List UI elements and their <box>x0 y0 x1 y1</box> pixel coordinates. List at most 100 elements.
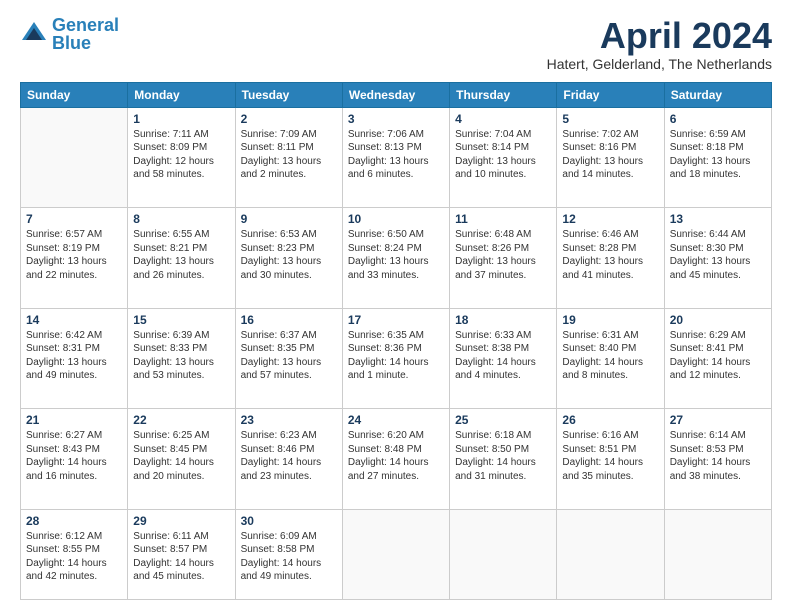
day-number: 6 <box>670 112 766 126</box>
day-info: Sunrise: 7:04 AMSunset: 8:14 PMDaylight:… <box>455 128 551 182</box>
header-monday: Monday <box>128 82 235 107</box>
calendar-day <box>342 509 449 599</box>
day-info: Sunrise: 6:11 AMSunset: 8:57 PMDaylight:… <box>133 530 229 584</box>
calendar-day: 26 Sunrise: 6:16 AMSunset: 8:51 PMDayligh… <box>557 409 664 510</box>
calendar-day <box>557 509 664 599</box>
day-number: 29 <box>133 514 229 528</box>
calendar-day <box>664 509 771 599</box>
day-info: Sunrise: 6:39 AMSunset: 8:33 PMDaylight:… <box>133 329 229 383</box>
day-number: 19 <box>562 313 658 327</box>
calendar-day <box>450 509 557 599</box>
day-info: Sunrise: 7:09 AMSunset: 8:11 PMDaylight:… <box>241 128 337 182</box>
day-info: Sunrise: 6:09 AMSunset: 8:58 PMDaylight:… <box>241 530 337 584</box>
calendar-day: 13 Sunrise: 6:44 AMSunset: 8:30 PMDayligh… <box>664 208 771 309</box>
month-title: April 2024 <box>547 16 772 56</box>
calendar-table: Sunday Monday Tuesday Wednesday Thursday… <box>20 82 772 600</box>
day-number: 26 <box>562 413 658 427</box>
calendar-day: 12 Sunrise: 6:46 AMSunset: 8:28 PMDayligh… <box>557 208 664 309</box>
day-number: 20 <box>670 313 766 327</box>
day-info: Sunrise: 6:25 AMSunset: 8:45 PMDaylight:… <box>133 429 229 483</box>
calendar-day: 4 Sunrise: 7:04 AMSunset: 8:14 PMDaylight… <box>450 107 557 208</box>
day-number: 30 <box>241 514 337 528</box>
day-info: Sunrise: 6:12 AMSunset: 8:55 PMDaylight:… <box>26 530 122 584</box>
header-saturday: Saturday <box>664 82 771 107</box>
location: Hatert, Gelderland, The Netherlands <box>547 56 772 72</box>
calendar-day: 10 Sunrise: 6:50 AMSunset: 8:24 PMDayligh… <box>342 208 449 309</box>
day-number: 17 <box>348 313 444 327</box>
day-number: 25 <box>455 413 551 427</box>
logo-text-blue: Blue <box>52 34 119 52</box>
day-info: Sunrise: 6:46 AMSunset: 8:28 PMDaylight:… <box>562 228 658 282</box>
logo-text-general: General <box>52 16 119 34</box>
day-number: 7 <box>26 212 122 226</box>
day-number: 11 <box>455 212 551 226</box>
calendar-day: 8Sunrise: 6:55 AMSunset: 8:21 PMDaylight… <box>128 208 235 309</box>
calendar-day: 21 Sunrise: 6:27 AMSunset: 8:43 PMDayligh… <box>21 409 128 510</box>
day-number: 21 <box>26 413 122 427</box>
calendar-day: 14Sunrise: 6:42 AMSunset: 8:31 PMDayligh… <box>21 308 128 409</box>
calendar-day: 20 Sunrise: 6:29 AMSunset: 8:41 PMDayligh… <box>664 308 771 409</box>
day-info: Sunrise: 7:11 AMSunset: 8:09 PMDaylight:… <box>133 128 229 182</box>
day-info: Sunrise: 6:14 AMSunset: 8:53 PMDaylight:… <box>670 429 766 483</box>
day-info: Sunrise: 7:02 AMSunset: 8:16 PMDaylight:… <box>562 128 658 182</box>
calendar-day: 17 Sunrise: 6:35 AMSunset: 8:36 PMDayligh… <box>342 308 449 409</box>
day-info: Sunrise: 6:27 AMSunset: 8:43 PMDaylight:… <box>26 429 122 483</box>
day-number: 4 <box>455 112 551 126</box>
header-friday: Friday <box>557 82 664 107</box>
calendar-day: 16Sunrise: 6:37 AMSunset: 8:35 PMDayligh… <box>235 308 342 409</box>
day-info: Sunrise: 6:31 AMSunset: 8:40 PMDaylight:… <box>562 329 658 383</box>
day-number: 9 <box>241 212 337 226</box>
day-number: 12 <box>562 212 658 226</box>
day-number: 27 <box>670 413 766 427</box>
day-number: 13 <box>670 212 766 226</box>
calendar-day: 22 Sunrise: 6:25 AMSunset: 8:45 PMDayligh… <box>128 409 235 510</box>
day-info: Sunrise: 6:33 AMSunset: 8:38 PMDaylight:… <box>455 329 551 383</box>
day-info: Sunrise: 6:57 AMSunset: 8:19 PMDaylight:… <box>26 228 122 282</box>
day-number: 18 <box>455 313 551 327</box>
calendar-day: 28 Sunrise: 6:12 AMSunset: 8:55 PMDayligh… <box>21 509 128 599</box>
calendar-day: 25Sunrise: 6:18 AMSunset: 8:50 PMDayligh… <box>450 409 557 510</box>
calendar-day <box>21 107 128 208</box>
calendar-day: 30 Sunrise: 6:09 AMSunset: 8:58 PMDayligh… <box>235 509 342 599</box>
day-info: Sunrise: 6:35 AMSunset: 8:36 PMDaylight:… <box>348 329 444 383</box>
day-info: Sunrise: 6:59 AMSunset: 8:18 PMDaylight:… <box>670 128 766 182</box>
day-number: 2 <box>241 112 337 126</box>
header-thursday: Thursday <box>450 82 557 107</box>
calendar-day: 7 Sunrise: 6:57 AMSunset: 8:19 PMDaylight… <box>21 208 128 309</box>
day-info: Sunrise: 6:37 AMSunset: 8:35 PMDaylight:… <box>241 329 337 383</box>
header-wednesday: Wednesday <box>342 82 449 107</box>
day-number: 5 <box>562 112 658 126</box>
day-number: 23 <box>241 413 337 427</box>
day-info: Sunrise: 6:20 AMSunset: 8:48 PMDaylight:… <box>348 429 444 483</box>
day-info: Sunrise: 6:29 AMSunset: 8:41 PMDaylight:… <box>670 329 766 383</box>
day-info: Sunrise: 6:42 AMSunset: 8:31 PMDaylight:… <box>26 329 122 383</box>
day-number: 24 <box>348 413 444 427</box>
calendar-day: 3Sunrise: 7:06 AMSunset: 8:13 PMDaylight… <box>342 107 449 208</box>
calendar-header-row: Sunday Monday Tuesday Wednesday Thursday… <box>21 82 772 107</box>
day-number: 15 <box>133 313 229 327</box>
day-number: 28 <box>26 514 122 528</box>
day-number: 3 <box>348 112 444 126</box>
day-info: Sunrise: 6:16 AMSunset: 8:51 PMDaylight:… <box>562 429 658 483</box>
day-info: Sunrise: 6:53 AMSunset: 8:23 PMDaylight:… <box>241 228 337 282</box>
day-info: Sunrise: 6:48 AMSunset: 8:26 PMDaylight:… <box>455 228 551 282</box>
calendar-day: 11 Sunrise: 6:48 AMSunset: 8:26 PMDayligh… <box>450 208 557 309</box>
calendar-day: 5 Sunrise: 7:02 AMSunset: 8:16 PMDaylight… <box>557 107 664 208</box>
day-info: Sunrise: 6:50 AMSunset: 8:24 PMDaylight:… <box>348 228 444 282</box>
header-sunday: Sunday <box>21 82 128 107</box>
logo-icon <box>20 20 48 48</box>
calendar-day: 1Sunrise: 7:11 AMSunset: 8:09 PMDaylight… <box>128 107 235 208</box>
logo: General Blue <box>20 16 119 52</box>
calendar-day: 19 Sunrise: 6:31 AMSunset: 8:40 PMDayligh… <box>557 308 664 409</box>
day-number: 10 <box>348 212 444 226</box>
day-info: Sunrise: 6:44 AMSunset: 8:30 PMDaylight:… <box>670 228 766 282</box>
calendar-day: 9 Sunrise: 6:53 AMSunset: 8:23 PMDaylight… <box>235 208 342 309</box>
calendar-day: 27 Sunrise: 6:14 AMSunset: 8:53 PMDayligh… <box>664 409 771 510</box>
header: General Blue April 2024 Hatert, Gelderla… <box>20 16 772 72</box>
day-number: 22 <box>133 413 229 427</box>
calendar-day: 15 Sunrise: 6:39 AMSunset: 8:33 PMDayligh… <box>128 308 235 409</box>
calendar-day: 23Sunrise: 6:23 AMSunset: 8:46 PMDayligh… <box>235 409 342 510</box>
page: General Blue April 2024 Hatert, Gelderla… <box>0 0 792 612</box>
calendar-day: 18 Sunrise: 6:33 AMSunset: 8:38 PMDayligh… <box>450 308 557 409</box>
day-info: Sunrise: 6:55 AMSunset: 8:21 PMDaylight:… <box>133 228 229 282</box>
